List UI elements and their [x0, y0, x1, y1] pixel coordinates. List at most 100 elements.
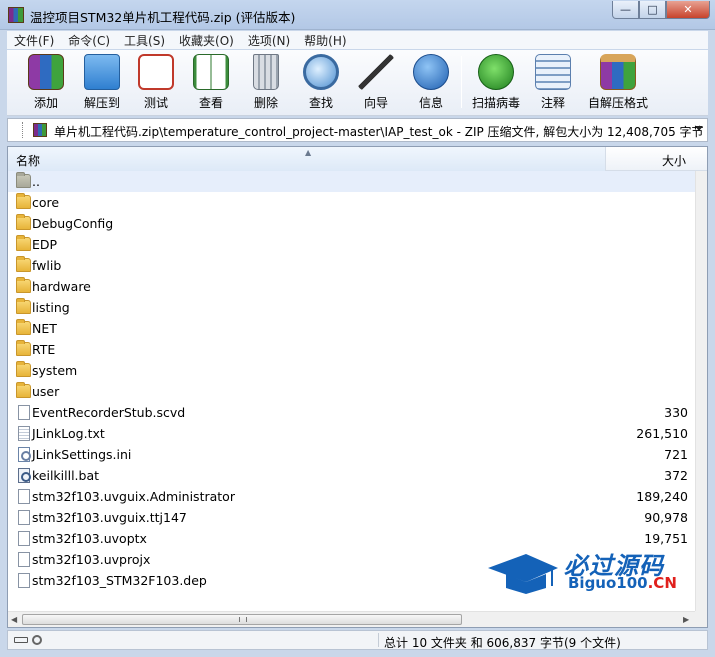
file-row[interactable]: keilkilll.bat 372: [8, 465, 695, 486]
virus-scan-bug-icon: [478, 54, 514, 90]
key-icon[interactable]: [14, 637, 28, 643]
menu-favorites[interactable]: 收藏夹(O): [172, 32, 241, 49]
folder-icon: [16, 256, 31, 272]
settings-file-icon: [18, 447, 31, 462]
folder-row[interactable]: fwlib: [8, 255, 695, 276]
file-icon: [18, 573, 30, 588]
delete-button[interactable]: 删除: [238, 54, 294, 112]
file-name: user: [32, 384, 60, 399]
trash-icon: [253, 54, 279, 90]
batch-file-icon: [18, 468, 31, 483]
file-row[interactable]: JLinkLog.txt 261,510: [8, 423, 695, 444]
folder-row[interactable]: user: [8, 381, 695, 402]
file-name: stm32f103.uvoptx: [32, 531, 147, 546]
file-name: JLinkLog.txt: [32, 426, 105, 441]
column-size-header[interactable]: 大小: [606, 147, 694, 171]
add-button[interactable]: 添加: [18, 54, 74, 112]
folder-row[interactable]: listing: [8, 297, 695, 318]
folder-icon: [16, 319, 31, 335]
info-button[interactable]: 信息: [403, 54, 459, 112]
file-size: 372: [664, 468, 688, 483]
file-row[interactable]: JLinkSettings.ini 721: [8, 444, 695, 465]
comment-icon: [535, 54, 571, 90]
menu-file[interactable]: 文件(F): [7, 32, 61, 49]
vertical-scrollbar[interactable]: [695, 171, 707, 611]
file-size: 721: [664, 447, 688, 462]
menu-bar: 文件(F) 命令(C) 工具(S) 收藏夹(O) 选项(N) 帮助(H): [7, 31, 708, 49]
file-row[interactable]: EventRecorderStub.scvd 330: [8, 402, 695, 423]
chevron-down-icon[interactable]: [695, 126, 703, 131]
folder-icon: [16, 382, 31, 398]
horizontal-scroll-thumb[interactable]: [22, 614, 462, 625]
minimize-button[interactable]: —: [612, 1, 639, 19]
file-icon: [18, 489, 30, 504]
view-book-icon: [193, 54, 229, 90]
file-name: core: [32, 195, 60, 210]
folder-row[interactable]: system: [8, 360, 695, 381]
folder-row[interactable]: core: [8, 192, 695, 213]
virus-scan-button[interactable]: 扫描病毒: [468, 54, 524, 112]
extract-to-button[interactable]: 解压到: [74, 54, 130, 112]
scroll-right-icon[interactable]: ▶: [683, 615, 689, 624]
test-checklist-icon: [138, 54, 174, 90]
folder-row[interactable]: RTE: [8, 339, 695, 360]
folder-row[interactable]: DebugConfig: [8, 213, 695, 234]
file-name: listing: [32, 300, 70, 315]
menu-commands[interactable]: 命令(C): [61, 32, 117, 49]
file-size: 189,240: [636, 489, 688, 504]
toolbar-separator: [461, 56, 462, 108]
file-name: EventRecorderStub.scvd: [32, 405, 186, 420]
column-header: 名称 ▲ 大小: [8, 147, 707, 171]
address-bar[interactable]: 单片机工程代码.zip\temperature_control_project-…: [7, 118, 708, 142]
watermark-subtitle: Biguo100.CN: [568, 574, 677, 592]
watermark-logo: 必过源码 Biguo100.CN: [486, 546, 696, 596]
folder-row[interactable]: hardware: [8, 276, 695, 297]
file-name: hardware: [32, 279, 91, 294]
file-row[interactable]: stm32f103.uvguix.ttj147 90,978: [8, 507, 695, 528]
file-size: 261,510: [636, 426, 688, 441]
scroll-left-icon[interactable]: ◀: [11, 615, 17, 624]
window-title: 温控项目STM32单片机工程代码.zip (评估版本): [30, 10, 296, 25]
column-name-header[interactable]: 名称 ▲: [8, 147, 606, 171]
folder-row[interactable]: EDP: [8, 234, 695, 255]
folder-row[interactable]: NET: [8, 318, 695, 339]
find-magnifier-icon: [303, 54, 339, 90]
close-button[interactable]: ✕: [666, 1, 710, 19]
test-button[interactable]: 测试: [128, 54, 184, 112]
file-row[interactable]: stm32f103.uvguix.Administrator 189,240: [8, 486, 695, 507]
file-name: stm32f103_STM32F103.dep: [32, 573, 207, 588]
file-name: ..: [32, 174, 40, 189]
folder-icon: [16, 235, 31, 251]
disk-icon[interactable]: [32, 635, 42, 645]
comment-button[interactable]: 注释: [525, 54, 581, 112]
title-bar: 温控项目STM32单片机工程代码.zip (评估版本) — □ ✕: [0, 0, 715, 30]
maximize-button[interactable]: □: [639, 1, 666, 19]
folder-row[interactable]: ..: [8, 171, 695, 192]
wizard-wand-icon: [358, 54, 394, 90]
menu-tools[interactable]: 工具(S): [117, 32, 172, 49]
sfx-label: 自解压格式: [588, 96, 649, 110]
file-name: DebugConfig: [32, 216, 114, 231]
wizard-label: 向导: [363, 96, 388, 110]
folder-icon: [16, 298, 31, 314]
find-button[interactable]: 查找: [293, 54, 349, 112]
add-label: 添加: [33, 96, 58, 110]
folder-icon: [16, 214, 31, 230]
address-path: 单片机工程代码.zip\temperature_control_project-…: [54, 125, 704, 139]
menu-help[interactable]: 帮助(H): [297, 32, 353, 49]
delete-label: 删除: [253, 96, 278, 110]
menu-options[interactable]: 选项(N): [241, 32, 297, 49]
watermark-sub-main: Biguo100: [568, 574, 648, 592]
horizontal-scrollbar[interactable]: ◀ ▶: [8, 611, 695, 627]
info-label: 信息: [418, 96, 443, 110]
file-name: stm32f103.uvprojx: [32, 552, 151, 567]
folder-icon: [16, 340, 31, 356]
file-icon: [18, 552, 30, 567]
virus-scan-label: 扫描病毒: [471, 96, 520, 110]
folder-icon: [16, 193, 31, 209]
column-size-label: 大小: [661, 154, 686, 168]
view-button[interactable]: 查看: [183, 54, 239, 112]
wizard-button[interactable]: 向导: [348, 54, 404, 112]
archive-icon: [33, 123, 47, 137]
sfx-button[interactable]: 自解压格式: [588, 54, 648, 112]
